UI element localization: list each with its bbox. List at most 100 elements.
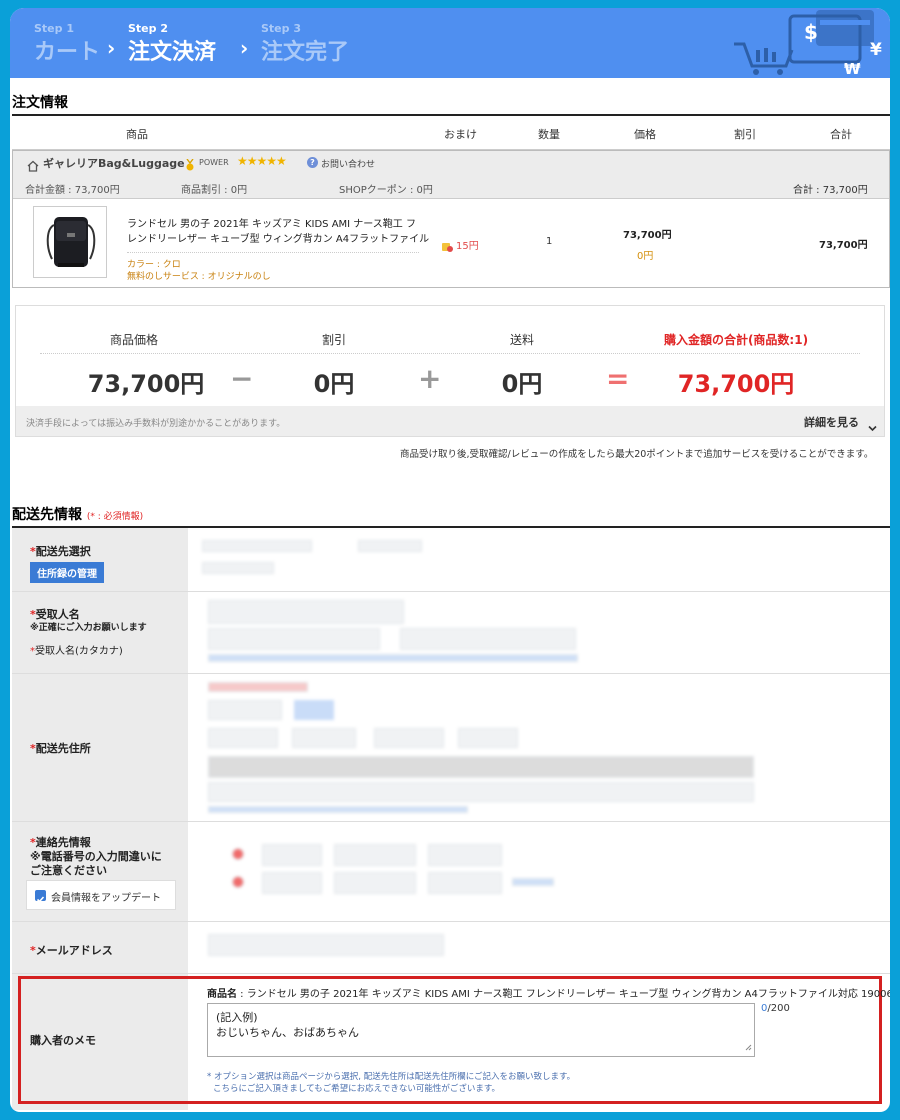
power-medal-icon [185, 156, 195, 175]
memo-max: /200 [767, 1003, 790, 1014]
phone-2-input[interactable] [334, 844, 416, 866]
points-note: 商品受け取り後,受取確認/レビューの作成をしたら最大20ポイントまで追加サービス… [400, 449, 874, 460]
city-select[interactable] [292, 728, 356, 748]
address-line-1[interactable] [208, 756, 754, 778]
recipient-row: *受取人名 ※正確にご入力お願いします *受取人名(カタカナ) [12, 592, 890, 674]
address-line-2[interactable] [208, 782, 754, 802]
memo-product-name: 商品名 : ランドセル 男の子 2021年 キッズアミ KIDS AMI ナース… [207, 985, 890, 1000]
coin-bonus-icon [441, 237, 453, 256]
chevron-down-icon[interactable] [868, 417, 877, 436]
summary-label-discount: 割引 [321, 333, 346, 347]
summary-total: 73,700円 [677, 370, 795, 398]
summary-label-shipping: 送料 [509, 333, 534, 347]
mobile-1-input[interactable] [262, 872, 322, 894]
checkbox-checked-icon[interactable] [35, 890, 46, 903]
product-image[interactable] [33, 206, 107, 278]
memo-note-1: * オプション選択は商品ページから選択, 配送先住所は配送先住所欄にご記入をお願… [207, 1072, 576, 1082]
col-product: 商品 [126, 128, 148, 141]
memo-product-label: 商品名 [207, 989, 237, 1000]
col-price: 価格 [634, 128, 656, 141]
buyer-memo-textarea[interactable]: (記入例) おじいちゃん、おばあちゃん [207, 1003, 755, 1057]
prefecture-select[interactable] [208, 728, 278, 748]
memo-note-2: こちらにご記入頂きましてもご希望にお応えできない可能性がございます。 [213, 1084, 501, 1094]
col-bonus: おまけ [444, 128, 477, 141]
yen-sign: ¥ [870, 40, 882, 60]
summary-discount: 0円 [313, 370, 355, 398]
contact-label-cell: *連絡先情報 ※電話番号の入力間違いに ご注意ください 会員情報をアップデート [12, 822, 188, 921]
minus-icon: − [230, 362, 254, 395]
product-service: 無料のしサービス : オリジナルのし [127, 272, 271, 282]
order-table: 商品 おまけ 数量 価格 割引 合計 ギャレリアBag&Luggage POWE… [12, 114, 890, 294]
summary-shipping: 0円 [501, 370, 543, 398]
recipient-kana-last-input[interactable] [208, 628, 380, 650]
delivery-option-2[interactable] [358, 540, 422, 552]
phone-required-icon [232, 848, 244, 860]
recipient-label-cell: *受取人名 ※正確にご入力お願いします *受取人名(カタカナ) [12, 592, 188, 673]
address-help-link[interactable] [208, 806, 468, 813]
phone-1-input[interactable] [262, 844, 322, 866]
email-label: *メールアドレス [30, 944, 113, 957]
summary-product-price: 73,700円 [87, 370, 205, 398]
fee-note: 決済手段によっては振込み手数料が別途かかることがあります。 [26, 419, 286, 429]
order-info-title: 注文情報 [12, 95, 68, 111]
shopping-cart-card-icon: $ ¥ ₩ [720, 10, 890, 82]
step-1-name: カート [34, 40, 101, 65]
shop-item-discount: 商品割引 : 0円 [181, 185, 248, 196]
recipient-kana-first-input[interactable] [400, 628, 576, 650]
plus-icon: + [418, 362, 442, 395]
recipient-note: ※正確にご入力お願いします [30, 623, 147, 633]
delivery-option-3[interactable] [202, 562, 274, 574]
col-discount: 割引 [734, 128, 756, 141]
email-row: *メールアドレス [12, 922, 890, 974]
won-sign: ₩ [844, 60, 861, 78]
checkout-page: Step 1 カート › Step 2 注文決済 › Step 3 注文完了 $… [10, 8, 890, 1112]
recipient-name-input[interactable] [208, 600, 404, 624]
product-row: ランドセル 男の子 2021年 キッズアミ KIDS AMI ナース鞄工 フ レ… [13, 199, 889, 287]
delivery-select-label-cell: *配送先選択 住所録の管理 [12, 528, 188, 591]
mobile-3-input[interactable] [428, 872, 502, 894]
mobile-help-link[interactable] [512, 878, 554, 886]
step-2-name: 注文決済 [128, 40, 217, 65]
details-link[interactable]: 詳細を見る [804, 414, 859, 430]
district-select[interactable] [374, 728, 444, 748]
resize-handle-icon[interactable] [744, 1040, 752, 1055]
email-label-cell: *メールアドレス [12, 922, 188, 973]
delivery-form: *配送先選択 住所録の管理 *受取人名 ※正確にご入力お願いします *受取人名(… [12, 526, 890, 1110]
product-title-line2[interactable]: レンドリーレザー キューブ型 ウィング背カン A4フラットファイル [127, 232, 429, 247]
update-member-box[interactable]: 会員情報をアップデート [26, 880, 176, 910]
contact-note-2: ご注意ください [30, 864, 107, 877]
product-total: 73,700円 [819, 240, 868, 251]
memo-product-value: : ランドセル 男の子 2021年 キッズアミ KIDS AMI ナース鞄工 フ… [237, 989, 890, 1000]
dollar-sign: $ [804, 20, 818, 44]
shop-name-link[interactable]: ギャレリアBag&Luggage [43, 155, 185, 171]
delivery-select-row: *配送先選択 住所録の管理 [12, 528, 890, 592]
order-table-header: 商品 おまけ 数量 価格 割引 合計 [12, 116, 890, 150]
update-member-label: 会員情報をアップデート [51, 893, 161, 904]
contact-link[interactable]: お問い合わせ [321, 157, 375, 170]
address-book-button[interactable]: 住所録の管理 [30, 562, 104, 583]
product-title-line1[interactable]: ランドセル 男の子 2021年 キッズアミ KIDS AMI ナース鞄工 フ [127, 217, 416, 232]
town-select[interactable] [458, 728, 518, 748]
power-stars-icon: ★★★★★ [237, 154, 287, 168]
power-label: POWER [199, 158, 229, 167]
col-total: 合計 [830, 128, 852, 141]
equals-icon: = [606, 362, 630, 395]
postal-search-button[interactable] [294, 700, 334, 720]
product-price-discount: 0円 [637, 251, 654, 262]
col-qty: 数量 [538, 128, 560, 141]
email-input[interactable] [208, 934, 444, 956]
checkout-steps-header: Step 1 カート › Step 2 注文決済 › Step 3 注文完了 $… [10, 8, 890, 78]
mobile-required-icon [232, 876, 244, 888]
memo-placeholder-line1: (記入例) [216, 1011, 258, 1024]
address-warning [208, 682, 308, 692]
delivery-select-label: *配送先選択 [30, 545, 91, 558]
phone-3-input[interactable] [428, 844, 502, 866]
required-note: (* : 必須情報) [86, 512, 144, 522]
recipient-help-link[interactable] [208, 654, 578, 662]
step-arrow-icon: › [107, 36, 116, 60]
mobile-2-input[interactable] [334, 872, 416, 894]
postal-code-input[interactable] [208, 700, 282, 720]
address-label-cell: *配送先住所 [12, 674, 188, 821]
delivery-option-1[interactable] [202, 540, 312, 552]
buyer-memo-highlight: 商品名 : ランドセル 男の子 2021年 キッズアミ KIDS AMI ナース… [18, 976, 890, 1104]
